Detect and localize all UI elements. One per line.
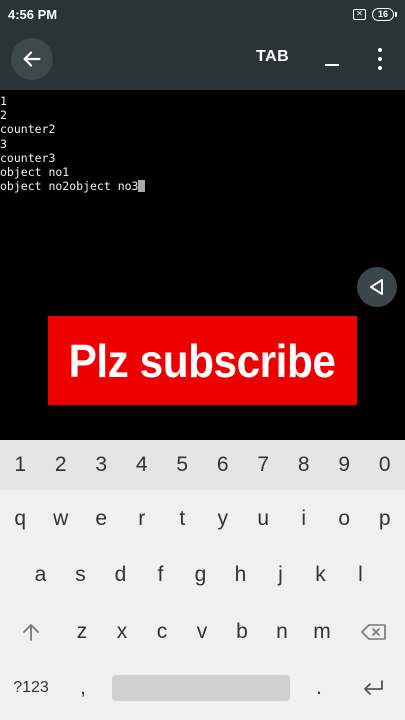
text-cursor [138,180,146,193]
back-button[interactable] [11,38,53,80]
keyboard-row-4: ?123 , . [0,664,405,712]
key-8[interactable]: 8 [284,441,325,489]
key-v[interactable]: v [182,608,222,656]
space-key[interactable] [104,664,298,712]
key-e[interactable]: e [81,495,122,543]
terminal-line: 3 [0,136,7,151]
underscore-icon [325,63,339,66]
key-f[interactable]: f [141,551,181,599]
toolbar: TAB [0,28,405,90]
key-y[interactable]: y [203,495,244,543]
terminal-line: counter3 [0,150,56,165]
key-4[interactable]: 4 [122,441,163,489]
shift-key[interactable] [0,608,62,656]
key-i[interactable]: i [284,495,325,543]
key-k[interactable]: k [301,551,341,599]
terminal-line: 2 [0,108,7,123]
key-p[interactable]: p [365,495,405,543]
terminal-line-current: object no2object no3 [0,179,405,193]
key-w[interactable]: w [41,495,82,543]
key-u[interactable]: u [243,495,284,543]
side-drawer-button[interactable] [357,267,397,307]
soft-keyboard: 1 2 3 4 5 6 7 8 9 0 q w e r t y u i o p … [0,440,405,720]
no-sim-icon: ✕ [353,8,366,20]
symbols-key[interactable]: ?123 [0,664,62,712]
key-x[interactable]: x [102,608,142,656]
keyboard-row-3: z x c v b n m [0,608,405,656]
terminal-line-text: object no2object no3 [0,179,139,194]
key-r[interactable]: r [122,495,163,543]
key-o[interactable]: o [324,495,365,543]
status-time: 4:56 PM [8,6,58,22]
key-3[interactable]: 3 [81,441,122,489]
subscribe-banner: Plz subscribe [48,316,357,405]
key-comma[interactable]: , [62,664,104,712]
key-z[interactable]: z [62,608,102,656]
tab-button[interactable]: TAB [256,48,289,66]
key-1[interactable]: 1 [0,441,41,489]
backspace-key[interactable] [342,608,405,656]
key-a[interactable]: a [21,551,61,599]
key-s[interactable]: s [61,551,101,599]
key-6[interactable]: 6 [203,441,244,489]
key-j[interactable]: j [261,551,301,599]
key-0[interactable]: 0 [365,441,405,489]
key-9[interactable]: 9 [324,441,365,489]
status-icons: ✕ 16 [353,7,397,21]
arrow-left-icon [23,51,41,67]
key-5[interactable]: 5 [162,441,203,489]
key-n[interactable]: n [262,608,302,656]
enter-icon [363,680,383,695]
keyboard-row-1: q w e r t y u i o p [0,495,405,543]
key-l[interactable]: l [341,551,381,599]
key-q[interactable]: q [0,495,41,543]
keyboard-row-2: a s d f g h j k l [0,551,405,599]
key-c[interactable]: c [142,608,182,656]
enter-key[interactable] [340,664,405,712]
backspace-icon [360,624,386,640]
space-bar [112,675,290,701]
key-7[interactable]: 7 [243,441,284,489]
keyboard-number-row: 1 2 3 4 5 6 7 8 9 0 [0,440,405,490]
key-period[interactable]: . [298,664,340,712]
key-h[interactable]: h [221,551,261,599]
key-2[interactable]: 2 [41,441,82,489]
subscribe-text: Plz subscribe [69,334,336,387]
key-m[interactable]: m [302,608,342,656]
more-vert-icon [378,48,382,52]
terminal-line: 1 [0,94,7,108]
more-options-button[interactable] [370,48,390,70]
battery-icon: 16 [372,7,397,21]
battery-tip [395,11,397,17]
key-b[interactable]: b [222,608,262,656]
terminal-line: object no1 [0,164,70,179]
underscore-button[interactable] [322,44,342,68]
key-d[interactable]: d [101,551,141,599]
key-t[interactable]: t [162,495,203,543]
key-g[interactable]: g [181,551,221,599]
shift-arrow-icon [23,624,39,641]
terminal-line: counter2 [0,122,56,137]
triangle-left-icon [370,279,383,295]
status-bar: 4:56 PM ✕ 16 [0,0,405,28]
battery-level: 16 [372,7,394,21]
